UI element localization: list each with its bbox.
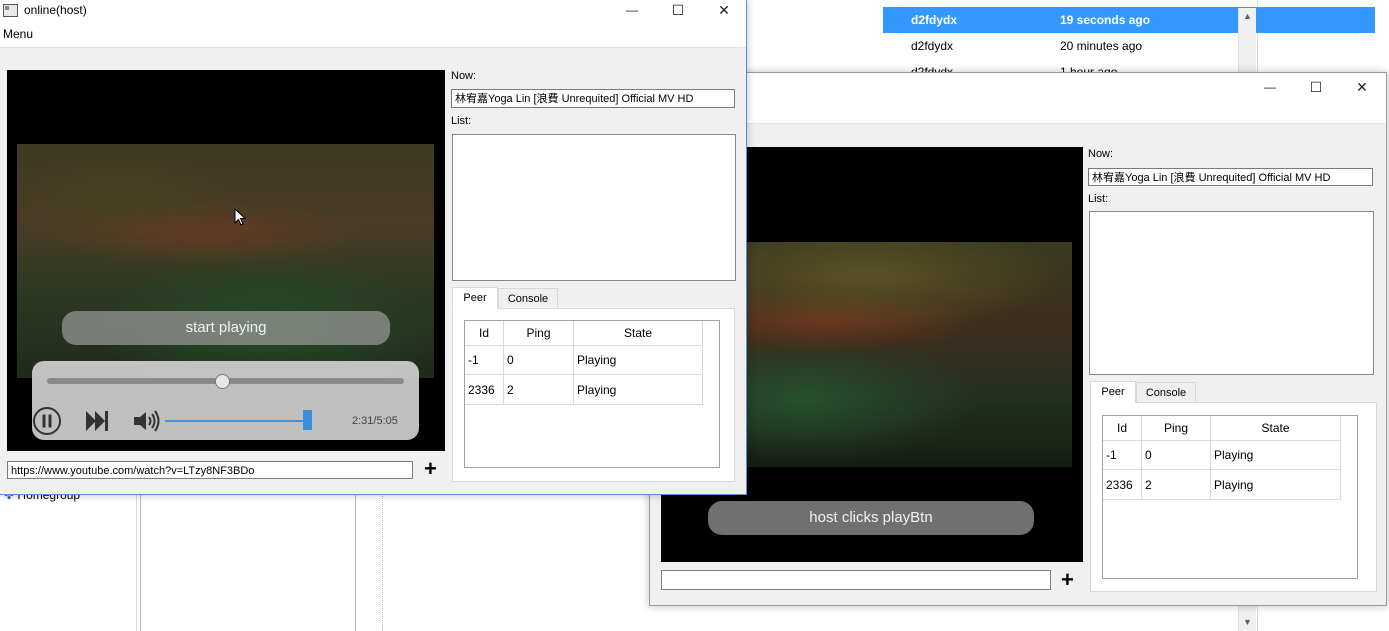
host-window: online(host) — ☐ ✕ Menu start playing 2:… [0, 0, 747, 495]
peer-url-input[interactable] [661, 570, 1051, 590]
tab-console[interactable]: Console [498, 288, 558, 309]
next-button[interactable] [84, 408, 110, 434]
cell-state[interactable]: Playing [1211, 470, 1341, 500]
close-button[interactable]: ✕ [701, 0, 747, 21]
host-video-player[interactable]: start playing 2:31/5:05 [7, 70, 445, 451]
explorer-nav-pane: ✤ Homegroup [0, 480, 136, 631]
cell-state[interactable]: Playing [574, 345, 703, 375]
scroll-up-icon[interactable]: ▲ [1239, 8, 1256, 25]
close-icon: ✕ [1356, 79, 1368, 95]
file-name: d2fdydx [911, 39, 954, 53]
maximize-icon: ☐ [1309, 79, 1323, 95]
peer-now-field[interactable]: 林宥嘉Yoga Lin [浪費 Unrequited] Official MV … [1088, 168, 1373, 186]
minimize-icon: — [1264, 80, 1276, 94]
cell-id[interactable]: 2336 [465, 375, 504, 405]
tab-peer[interactable]: Peer [452, 287, 498, 309]
col-header-ping[interactable]: Ping [504, 321, 574, 346]
host-now-field[interactable]: 林宥嘉Yoga Lin [浪費 Unrequited] Official MV … [451, 89, 735, 108]
seek-handle[interactable] [214, 374, 230, 389]
menu-bar: Menu [0, 21, 746, 48]
volume-level [165, 420, 308, 422]
pause-button[interactable] [32, 406, 62, 436]
explorer-pane-divider [140, 492, 356, 631]
peer-table: Id Ping State -1 0 Playing 2336 2 Playin… [1102, 415, 1358, 579]
cell-id[interactable]: -1 [465, 345, 504, 375]
cell-state[interactable]: Playing [574, 375, 703, 405]
player-controls: 2:31/5:05 [32, 361, 419, 440]
cell-ping[interactable]: 2 [504, 375, 574, 405]
peer-tab-panel: Id Ping State -1 0 Playing 2336 2 Playin… [1090, 402, 1377, 592]
host-tab-panel: Id Ping State -1 0 Playing 2336 2 Playin… [452, 308, 735, 482]
host-add-button[interactable]: + [424, 458, 437, 480]
peer-menu-separator [650, 123, 1384, 124]
minimize-button[interactable]: — [1247, 77, 1293, 98]
peer-list-label: List: [1088, 193, 1109, 205]
host-now-label: Now: [451, 70, 477, 82]
playback-time: 2:31/5:05 [352, 415, 398, 427]
close-button[interactable]: ✕ [1339, 77, 1385, 98]
host-list-label: List: [451, 115, 472, 127]
col-header-id[interactable]: Id [465, 321, 504, 346]
minimize-icon: — [626, 3, 638, 17]
minimize-button[interactable]: — [609, 0, 655, 21]
peer-playlist[interactable] [1089, 211, 1374, 375]
peer-now-label: Now: [1088, 148, 1114, 160]
mute-button[interactable] [132, 409, 162, 433]
explorer-column-divider [382, 492, 383, 631]
mouse-cursor-icon [234, 208, 246, 226]
cell-ping[interactable]: 2 [1142, 470, 1211, 500]
peer-titlebar: — ☐ ✕ [650, 73, 1386, 123]
cell-ping[interactable]: 0 [1142, 440, 1211, 470]
cell-id[interactable]: -1 [1103, 440, 1142, 470]
peer-overlay-message: host clicks playBtn [708, 501, 1034, 535]
host-url-input[interactable]: https://www.youtube.com/watch?v=LTzy8NF3… [7, 461, 413, 479]
close-icon: ✕ [718, 2, 730, 18]
cell-ping[interactable]: 0 [504, 345, 574, 375]
host-table: Id Ping State -1 0 Playing 2336 2 Playin… [464, 320, 720, 468]
file-row[interactable]: d2fdydx 20 minutes ago [883, 33, 1375, 59]
window-title: online(host) [24, 3, 87, 17]
pause-icon [33, 407, 61, 435]
cell-id[interactable]: 2336 [1103, 470, 1142, 500]
cell-state[interactable]: Playing [1211, 440, 1341, 470]
skip-next-icon [86, 411, 108, 431]
host-titlebar: online(host) — ☐ ✕ [0, 0, 746, 21]
maximize-button[interactable]: ☐ [1293, 77, 1339, 98]
tab-console[interactable]: Console [1136, 382, 1196, 403]
menu-item-menu[interactable]: Menu [3, 27, 33, 41]
file-row[interactable]: d2fdydx 19 seconds ago [883, 7, 1375, 33]
host-overlay-message[interactable]: start playing [62, 311, 390, 345]
volume-handle[interactable] [303, 410, 313, 430]
peer-add-button[interactable]: + [1061, 569, 1074, 591]
tab-peer[interactable]: Peer [1090, 381, 1136, 403]
host-playlist[interactable] [452, 134, 736, 281]
col-header-ping[interactable]: Ping [1142, 416, 1211, 441]
file-time: 19 seconds ago [1060, 13, 1151, 27]
maximize-icon: ☐ [671, 2, 685, 18]
file-time: 20 minutes ago [1060, 39, 1143, 53]
file-name: d2fdydx [911, 13, 958, 27]
app-icon [3, 4, 18, 17]
maximize-button[interactable]: ☐ [655, 0, 701, 21]
col-header-state[interactable]: State [574, 321, 703, 346]
col-header-state[interactable]: State [1211, 416, 1341, 441]
scroll-down-icon[interactable]: ▼ [1239, 614, 1256, 631]
col-header-id[interactable]: Id [1103, 416, 1142, 441]
volume-icon [134, 410, 160, 432]
peer-window: — ☐ ✕ host clicks playBtn + Now: 林宥嘉Yoga… [649, 72, 1387, 606]
